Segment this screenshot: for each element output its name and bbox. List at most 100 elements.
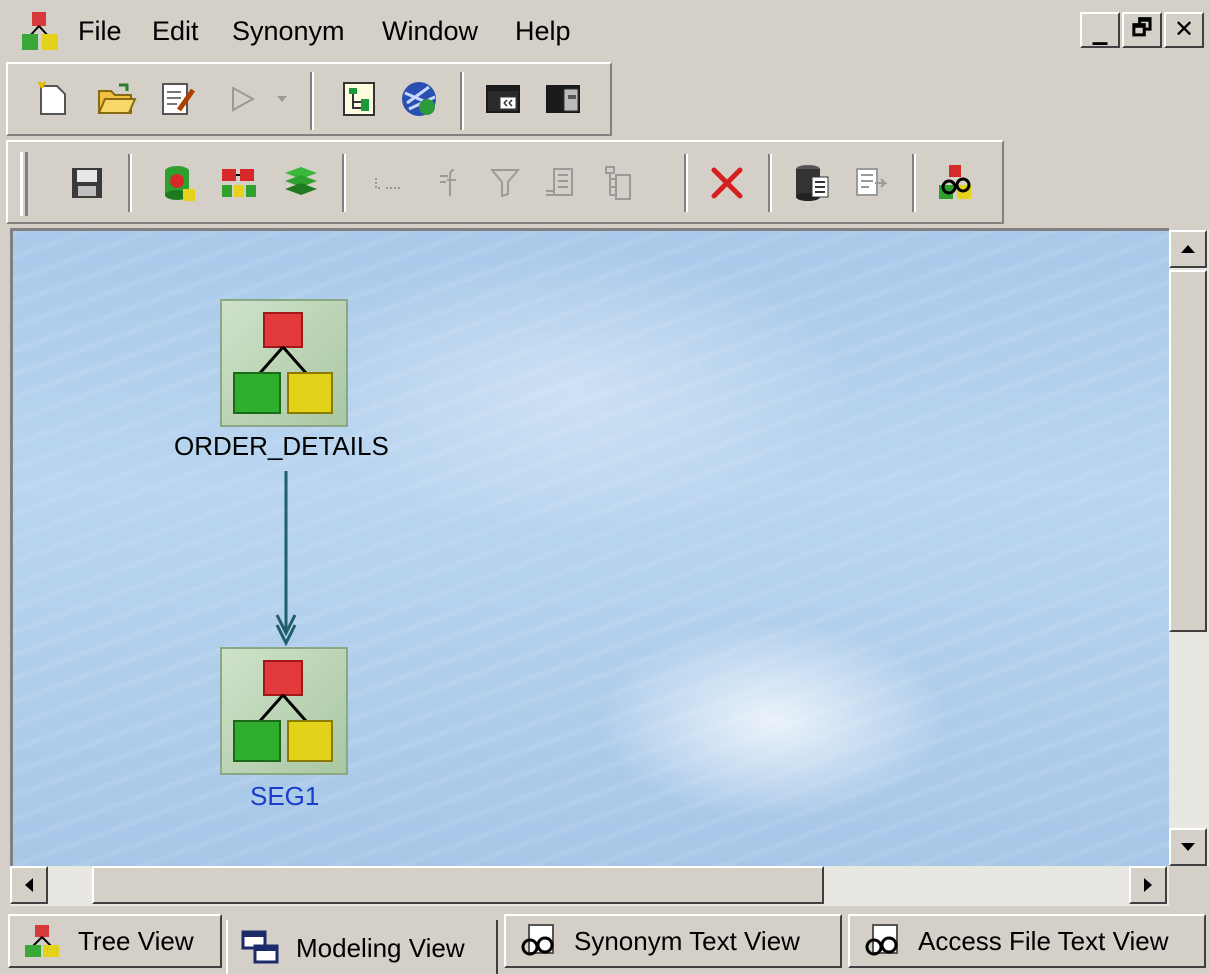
synonym-toolbar xyxy=(6,140,1004,224)
restore-icon: 🗗 xyxy=(1131,16,1153,41)
export-button[interactable] xyxy=(850,162,892,204)
toolbar-separator xyxy=(768,154,772,212)
delete-icon xyxy=(711,167,743,199)
copy-segment-button[interactable] xyxy=(218,162,260,204)
database-icon xyxy=(796,165,829,201)
calc-field-icon xyxy=(546,168,573,196)
menu-file[interactable]: File xyxy=(78,14,122,48)
new-icon xyxy=(37,81,66,115)
segment-insert-icon xyxy=(165,166,195,201)
modeling-canvas[interactable]: ORDER_DETAILS SEG1 xyxy=(10,228,1169,868)
segment-copy-icon xyxy=(222,169,256,197)
segment-icon xyxy=(233,660,333,762)
tab-synonym-text-view[interactable]: Synonym Text View xyxy=(504,914,842,968)
save-icon xyxy=(72,168,102,198)
window-button[interactable] xyxy=(482,78,524,120)
scroll-right-button[interactable] xyxy=(1129,866,1167,904)
toolbar-grip[interactable] xyxy=(20,152,28,216)
segment-stack-icon xyxy=(285,167,317,195)
toolbar-separator xyxy=(684,154,688,212)
toolbar-separator xyxy=(310,72,314,130)
app-icon[interactable] xyxy=(20,10,60,52)
tree-view-toolbar-button[interactable] xyxy=(338,78,380,120)
arrow-left-icon xyxy=(25,878,33,892)
modeling-view-icon xyxy=(240,929,280,967)
tab-label: Synonym Text View xyxy=(574,925,800,956)
scroll-up-button[interactable] xyxy=(1169,230,1207,268)
filter-button[interactable] xyxy=(484,162,526,204)
tree-view-icon xyxy=(22,922,62,960)
tab-tree-view[interactable]: Tree View xyxy=(8,914,222,968)
run-button[interactable] xyxy=(222,78,264,120)
scroll-left-button[interactable] xyxy=(10,866,48,904)
toolbar-separator xyxy=(342,154,346,212)
glasses-icon xyxy=(518,922,558,960)
vertical-scroll-thumb[interactable] xyxy=(1169,270,1207,632)
connector-layer xyxy=(275,471,297,647)
tab-label: Modeling View xyxy=(296,932,465,963)
dropdown-arrow-icon xyxy=(277,96,287,102)
tab-modeling-view[interactable]: Modeling View xyxy=(226,920,498,974)
segment-label-order-details[interactable]: ORDER_DETAILS xyxy=(174,431,389,462)
view-tab-bar: Tree View Modeling View Synonym Text Vie… xyxy=(0,906,1209,974)
save-button[interactable] xyxy=(66,162,108,204)
insert-segment-button[interactable] xyxy=(156,162,198,204)
arrow-down-icon xyxy=(1181,843,1195,851)
globe-button[interactable] xyxy=(398,78,440,120)
arrow-right-icon xyxy=(1144,878,1152,892)
minimize-icon: _ xyxy=(1092,11,1108,46)
calc-field-button[interactable] xyxy=(540,162,582,204)
segment-icon xyxy=(233,312,333,414)
filter-icon xyxy=(489,169,521,198)
database-button[interactable] xyxy=(790,162,832,204)
toolbar-separator xyxy=(460,72,464,130)
tab-access-file-text-view[interactable]: Access File Text View xyxy=(848,914,1206,968)
export-icon xyxy=(856,168,888,196)
run-icon xyxy=(232,86,256,112)
vertical-scrollbar[interactable] xyxy=(1169,230,1209,868)
segment-node-order-details[interactable] xyxy=(220,299,348,427)
window-split-button[interactable] xyxy=(542,78,584,120)
segment-node-seg1[interactable] xyxy=(220,647,348,775)
tree-list-button[interactable] xyxy=(598,162,640,204)
minimize-button[interactable]: _ xyxy=(1080,12,1120,48)
menu-window[interactable]: Window xyxy=(382,14,478,48)
tree-view-icon xyxy=(343,82,375,116)
close-window-button[interactable]: ✕ xyxy=(1164,12,1204,48)
new-button[interactable] xyxy=(32,78,74,120)
menu-edit[interactable]: Edit xyxy=(152,14,199,48)
edit-icon xyxy=(162,83,195,115)
menu-bar: File Edit Synonym Window Help _ 🗗 ✕ xyxy=(0,0,1209,62)
field-button[interactable] xyxy=(368,162,410,204)
field-icon xyxy=(375,178,400,189)
arrow-up-icon xyxy=(1181,245,1195,253)
function-button[interactable] xyxy=(428,162,470,204)
stack-segment-button[interactable] xyxy=(280,162,322,204)
restore-button[interactable]: 🗗 xyxy=(1122,12,1162,48)
horizontal-scroll-thumb[interactable] xyxy=(92,866,824,904)
delete-button[interactable] xyxy=(706,162,748,204)
run-dropdown-button[interactable] xyxy=(270,78,294,120)
view-icon xyxy=(939,165,971,199)
function-icon xyxy=(440,169,456,196)
tab-label: Access File Text View xyxy=(918,925,1169,956)
segment-label-seg1[interactable]: SEG1 xyxy=(250,781,319,812)
tab-label: Tree View xyxy=(78,925,194,956)
open-button[interactable] xyxy=(96,78,138,120)
horizontal-scrollbar[interactable] xyxy=(10,866,1169,906)
scrollbar-corner xyxy=(1169,866,1209,906)
standard-toolbar xyxy=(6,62,612,136)
window-split-icon xyxy=(546,85,580,113)
scroll-down-button[interactable] xyxy=(1169,828,1207,866)
window-icon xyxy=(486,85,520,113)
toolbar-separator xyxy=(912,154,916,212)
globe-icon xyxy=(402,82,436,116)
close-icon: ✕ xyxy=(1173,15,1195,43)
toolbar-separator xyxy=(128,154,132,212)
menu-help[interactable]: Help xyxy=(515,14,571,48)
view-button[interactable] xyxy=(934,162,976,204)
edit-button[interactable] xyxy=(156,78,198,120)
tree-list-icon xyxy=(605,166,631,200)
open-folder-icon xyxy=(97,83,137,114)
menu-synonym[interactable]: Synonym xyxy=(232,14,345,48)
